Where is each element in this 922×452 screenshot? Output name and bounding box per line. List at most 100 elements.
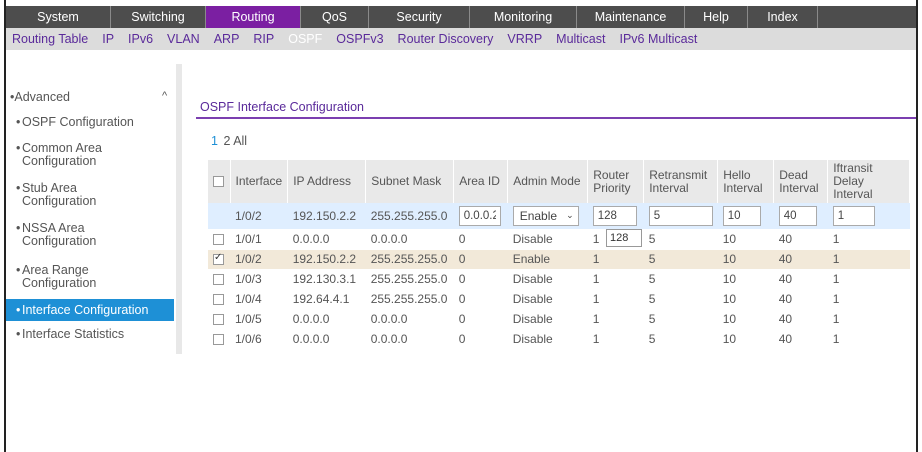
sidebar-item-nssa-area-configuration[interactable]: • NSSA Area Configuration xyxy=(6,222,174,248)
select-all-checkbox[interactable] xyxy=(213,176,224,188)
admin-mode-value: Enable xyxy=(519,208,558,223)
row-checkbox[interactable] xyxy=(213,234,224,246)
topnav-index[interactable]: Index xyxy=(748,6,818,28)
bullet-icon: • xyxy=(16,181,21,195)
subnav-ipv6-multicast[interactable]: IPv6 Multicast xyxy=(619,32,697,46)
row-checkbox[interactable] xyxy=(213,274,224,286)
column-header: IP Address xyxy=(287,160,367,203)
edit-router-priority-cell xyxy=(587,203,644,230)
row-checkbox[interactable] xyxy=(213,294,224,306)
table-cell: 5 xyxy=(643,269,718,290)
sidebar-item-interface-statistics[interactable]: • Interface Statistics xyxy=(6,328,174,341)
table-cell: 5 xyxy=(643,229,718,250)
table-cell: 10 xyxy=(717,329,774,350)
topnav-maintenance[interactable]: Maintenance xyxy=(577,6,685,28)
table-cell: 10 xyxy=(717,309,774,330)
page-link-all[interactable]: All xyxy=(233,134,247,148)
topnav-qos[interactable]: QoS xyxy=(301,6,369,28)
sidebar-item-area-range-configuration[interactable]: • Area Range Configuration xyxy=(6,264,174,290)
table-row[interactable]: 1/0/6 0.0.0.0 0.0.0.0 0 Disable 1 5 10 40 1 xyxy=(208,329,910,350)
table-body: 1/0/2 192.150.2.2 255.255.255.0 Enable⌄ … xyxy=(208,203,910,350)
hello-interval-input[interactable] xyxy=(722,205,761,226)
column-header: Hello Interval xyxy=(717,160,775,203)
table-cell: 192.150.2.2 xyxy=(287,249,366,270)
row-checkbox[interactable] xyxy=(213,252,224,266)
subnav-ospf[interactable]: OSPF xyxy=(288,32,322,46)
autocomplete-option[interactable]: 128 xyxy=(610,232,628,244)
topnav-routing[interactable]: Routing xyxy=(206,6,301,28)
subnav-multicast[interactable]: Multicast xyxy=(556,32,605,46)
app-frame: System Switching Routing QoS Security Monitor… xyxy=(4,0,918,452)
dead-interval-input[interactable] xyxy=(778,205,817,226)
column-header: Retransmit Interval xyxy=(643,160,719,203)
table-cell: 1 xyxy=(587,309,644,330)
table-row[interactable]: 1/0/5 0.0.0.0 0.0.0.0 0 Disable 1 5 10 40 1 xyxy=(208,309,910,330)
subnav-ipv6[interactable]: IPv6 xyxy=(128,32,153,46)
router-priority-autocomplete[interactable]: 128 xyxy=(606,229,642,247)
table-cell: 192.130.3.1 xyxy=(287,269,366,290)
topnav-system[interactable]: System xyxy=(6,6,111,28)
subnav-vrrp[interactable]: VRRP xyxy=(507,32,542,46)
subnav-ospfv3[interactable]: OSPFv3 xyxy=(336,32,383,46)
sidebar-item-ospf-configuration[interactable]: • OSPF Configuration xyxy=(6,116,174,129)
sidebar-item-label: NSSA Area Configuration xyxy=(22,221,97,248)
subnav-arp[interactable]: ARP xyxy=(214,32,240,46)
table-cell: 1 xyxy=(827,229,910,250)
sidebar-item-stub-area-configuration[interactable]: • Stub Area Configuration xyxy=(6,182,174,208)
table-cell: Enable xyxy=(507,249,588,270)
row-select-cell xyxy=(208,329,230,350)
table-cell: 1 xyxy=(827,329,910,350)
row-select-cell xyxy=(208,229,230,250)
row-checkbox[interactable] xyxy=(213,314,224,326)
bullet-icon: • xyxy=(16,263,21,277)
subnav-routing-table[interactable]: Routing Table xyxy=(12,32,88,46)
page-link-2[interactable]: 2 xyxy=(223,134,230,148)
table-cell: 40 xyxy=(773,289,828,310)
admin-mode-select[interactable]: Enable ⌄ xyxy=(512,205,579,226)
sidebar-heading[interactable]: •Advanced xyxy=(10,90,70,104)
table-cell: 0 xyxy=(453,229,508,250)
row-select-cell xyxy=(208,289,230,310)
area-id-input[interactable] xyxy=(458,205,501,226)
table-row[interactable]: 1/0/3 192.130.3.1 255.255.255.0 0 Disable 1 5 1… xyxy=(208,269,910,290)
topnav-security[interactable]: Security xyxy=(369,6,470,28)
page-link-1[interactable]: 1 xyxy=(211,134,218,148)
table-cell: 192.64.4.1 xyxy=(287,289,366,310)
subnav-ip[interactable]: IP xyxy=(102,32,114,46)
edit-row-select-cell xyxy=(208,203,230,230)
table-row[interactable]: 1/0/4 192.64.4.1 255.255.255.0 0 Disable 1 5 10… xyxy=(208,289,910,310)
table-cell: 40 xyxy=(773,309,828,330)
sidebar-heading-label: Advanced xyxy=(14,90,70,104)
sidebar-item-label: Area Range Configuration xyxy=(22,263,97,290)
table-cell: 0 xyxy=(453,289,508,310)
table-cell: 1 xyxy=(827,289,910,310)
router-priority-input[interactable] xyxy=(592,205,637,226)
column-header: Router Priority xyxy=(587,160,645,203)
table-row[interactable]: 1/0/1 0.0.0.0 0.0.0.0 0 Disable 1 5 10 40 1 xyxy=(208,229,910,250)
sidebar-item-interface-configuration[interactable]: • Interface Configuration xyxy=(6,299,174,321)
sidebar-item-common-area-configuration[interactable]: • Common Area Configuration xyxy=(6,142,174,168)
topnav-help[interactable]: Help xyxy=(685,6,748,28)
transit-delay-input[interactable] xyxy=(832,205,875,226)
table-row[interactable]: 1/0/2192.150.2.2255.255.255.00Enable1510… xyxy=(208,249,910,270)
select-all-cell[interactable] xyxy=(208,160,231,203)
table-cell: 1 xyxy=(827,309,910,330)
topnav-monitoring[interactable]: Monitoring xyxy=(470,6,577,28)
sidebar-item-label: Interface Configuration xyxy=(22,303,149,317)
table-cell: 40 xyxy=(773,229,828,250)
subnav-rip[interactable]: RIP xyxy=(253,32,274,46)
table-cell: 10 xyxy=(717,229,774,250)
table-cell: 0 xyxy=(453,329,508,350)
subnav-router-discovery[interactable]: Router Discovery xyxy=(398,32,494,46)
collapse-caret-icon[interactable]: ^ xyxy=(162,90,167,102)
edit-dead-cell xyxy=(773,203,828,230)
table-cell: 255.255.255.0 xyxy=(365,249,454,270)
top-navigation: System Switching Routing QoS Security Monitor… xyxy=(6,6,916,28)
edit-row: 1/0/2 192.150.2.2 255.255.255.0 Enable ⌄ xyxy=(208,203,910,230)
retransmit-interval-input[interactable] xyxy=(648,205,713,226)
column-header: Area ID xyxy=(453,160,509,203)
edit-admin-mode-cell: Enable ⌄ xyxy=(507,203,588,230)
subnav-vlan[interactable]: VLAN xyxy=(167,32,200,46)
topnav-switching[interactable]: Switching xyxy=(111,6,206,28)
row-checkbox[interactable] xyxy=(213,334,224,346)
